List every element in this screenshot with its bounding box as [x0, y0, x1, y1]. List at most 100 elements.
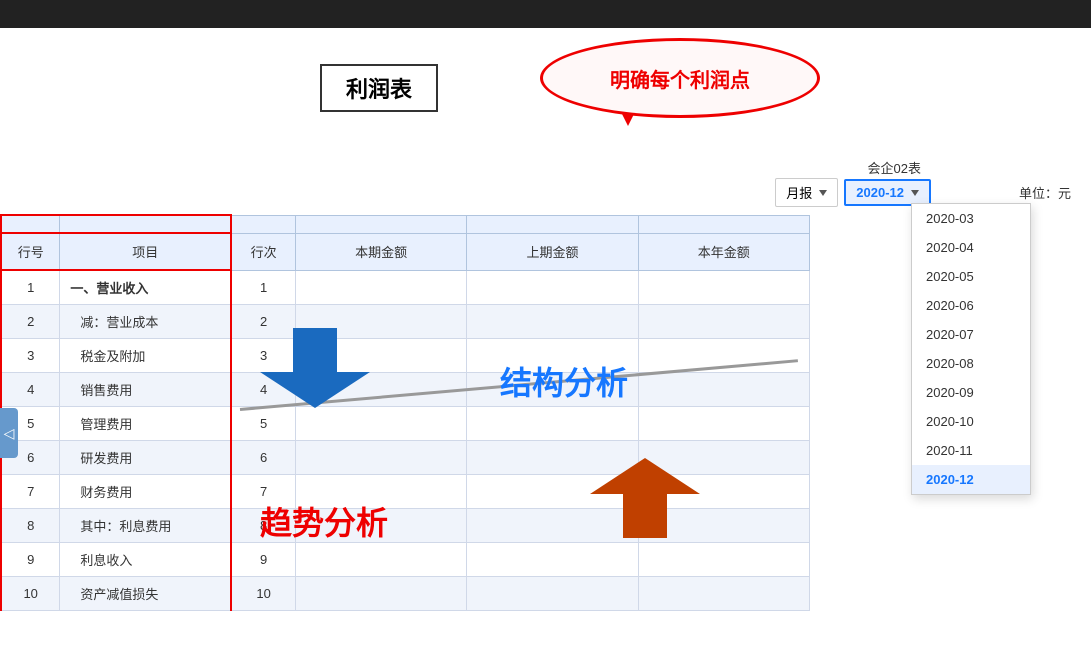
- dropdown-option[interactable]: 2020-07: [912, 320, 1030, 349]
- table-row: 9利息收入9: [1, 543, 810, 577]
- th-item: 项目: [60, 233, 231, 270]
- cell-line: 6: [231, 441, 295, 475]
- dropdown-option[interactable]: 2020-03: [912, 204, 1030, 233]
- financial-table: 行号 项目 行次 本期金额 上期金额 本年金额 1一、营业收入12减：营业成本2…: [0, 214, 810, 611]
- cell-current: [295, 270, 466, 305]
- th-line: 行次: [231, 233, 295, 270]
- cell-ytd: [638, 543, 809, 577]
- dropdown-option[interactable]: 2020-06: [912, 291, 1030, 320]
- dropdown-option[interactable]: 2020-11: [912, 436, 1030, 465]
- dropdown-option[interactable]: 2020-12: [912, 465, 1030, 494]
- table-row: 3税金及附加3: [1, 339, 810, 373]
- table-wrapper: 行号 项目 行次 本期金额 上期金额 本年金额 1一、营业收入12减：营业成本2…: [0, 214, 810, 611]
- dropdown-option[interactable]: 2020-05: [912, 262, 1030, 291]
- table-row: 5管理费用5: [1, 407, 810, 441]
- cell-prev: [467, 509, 638, 543]
- cell-item: 管理费用: [60, 407, 231, 441]
- th-ytd: 本年金额: [638, 233, 809, 270]
- controls-row: 月报 2020-12: [775, 178, 931, 207]
- table-header-row: [1, 215, 810, 233]
- table-row: 6研发费用6: [1, 441, 810, 475]
- cell-item: 一、营业收入: [60, 270, 231, 305]
- dropdown-option[interactable]: 2020-10: [912, 407, 1030, 436]
- col-row-no: [1, 215, 60, 233]
- cell-line: 3: [231, 339, 295, 373]
- left-toggle-button[interactable]: ◁: [0, 408, 18, 458]
- cell-current: [295, 441, 466, 475]
- cell-row-no: 2: [1, 305, 60, 339]
- cell-current: [295, 407, 466, 441]
- cell-row-no: 10: [1, 577, 60, 611]
- cell-row-no: 3: [1, 339, 60, 373]
- dropdown-option[interactable]: 2020-04: [912, 233, 1030, 262]
- callout-text: 明确每个利润点: [610, 64, 750, 93]
- cell-prev: [467, 305, 638, 339]
- cell-row-no: 9: [1, 543, 60, 577]
- cell-line: 10: [231, 577, 295, 611]
- cell-item: 资产减值损失: [60, 577, 231, 611]
- cell-prev: [467, 270, 638, 305]
- cell-item: 财务费用: [60, 475, 231, 509]
- left-toggle-icon: ◁: [4, 425, 15, 442]
- cell-row-no: 7: [1, 475, 60, 509]
- title-text: 利润表: [346, 77, 412, 102]
- dropdown-option[interactable]: 2020-08: [912, 349, 1030, 378]
- cell-current: [295, 543, 466, 577]
- date-select[interactable]: 2020-12: [844, 179, 931, 206]
- table-row: 8其中：利息费用8: [1, 509, 810, 543]
- table-row: 10资产减值损失10: [1, 577, 810, 611]
- dropdown-list: 2020-032020-042020-052020-062020-072020-…: [912, 204, 1030, 494]
- date-dropdown[interactable]: 2020-032020-042020-052020-062020-072020-…: [911, 203, 1031, 495]
- cell-line: 5: [231, 407, 295, 441]
- cell-item: 销售费用: [60, 373, 231, 407]
- date-value: 2020-12: [856, 185, 904, 200]
- th-row-no: 行号: [1, 233, 60, 270]
- col-item: [60, 215, 231, 233]
- th-current: 本期金额: [295, 233, 466, 270]
- unit-label: 单位：元: [1019, 183, 1071, 202]
- cell-ytd: [638, 270, 809, 305]
- cell-item: 研发费用: [60, 441, 231, 475]
- cell-item: 税金及附加: [60, 339, 231, 373]
- cell-prev: [467, 543, 638, 577]
- structure-analysis-label: 结构分析: [500, 358, 628, 404]
- cell-ytd: [638, 441, 809, 475]
- cell-ytd: [638, 407, 809, 441]
- col-ytd: [638, 215, 809, 233]
- trend-analysis-label: 趋势分析: [260, 498, 388, 544]
- cell-line: 9: [231, 543, 295, 577]
- cell-line: 2: [231, 305, 295, 339]
- top-bar: [0, 0, 1091, 28]
- period-type-label: 月报: [786, 183, 812, 202]
- cell-line: 1: [231, 270, 295, 305]
- cell-current: [295, 577, 466, 611]
- cell-prev: [467, 577, 638, 611]
- cell-item: 利息收入: [60, 543, 231, 577]
- cell-row-no: 4: [1, 373, 60, 407]
- chevron-down-icon2: [911, 190, 919, 196]
- col-line: [231, 215, 295, 233]
- cell-prev: [467, 441, 638, 475]
- main-content: 明确每个利润点 利润表 会企02表 月报 2020-12 单位：元: [0, 28, 1091, 654]
- chevron-down-icon: [819, 190, 827, 196]
- cell-row-no: 1: [1, 270, 60, 305]
- cell-ytd: [638, 577, 809, 611]
- title-box: 利润表: [320, 64, 438, 112]
- cell-row-no: 8: [1, 509, 60, 543]
- table-row: 1一、营业收入1: [1, 270, 810, 305]
- cell-ytd: [638, 373, 809, 407]
- col-current: [295, 215, 466, 233]
- table-header-labels: 行号 项目 行次 本期金额 上期金额 本年金额: [1, 233, 810, 270]
- table-row: 4销售费用4: [1, 373, 810, 407]
- dropdown-option[interactable]: 2020-09: [912, 378, 1030, 407]
- table-body: 1一、营业收入12减：营业成本23税金及附加34销售费用45管理费用56研发费用…: [1, 270, 810, 611]
- cell-item: 减：营业成本: [60, 305, 231, 339]
- cell-ytd: [638, 305, 809, 339]
- col-prev: [467, 215, 638, 233]
- th-prev: 上期金额: [467, 233, 638, 270]
- cell-item: 其中：利息费用: [60, 509, 231, 543]
- company-label: 会企02表: [868, 158, 921, 177]
- table-row: 2减：营业成本2: [1, 305, 810, 339]
- period-type-select[interactable]: 月报: [775, 178, 838, 207]
- callout-bubble: 明确每个利润点: [540, 38, 820, 118]
